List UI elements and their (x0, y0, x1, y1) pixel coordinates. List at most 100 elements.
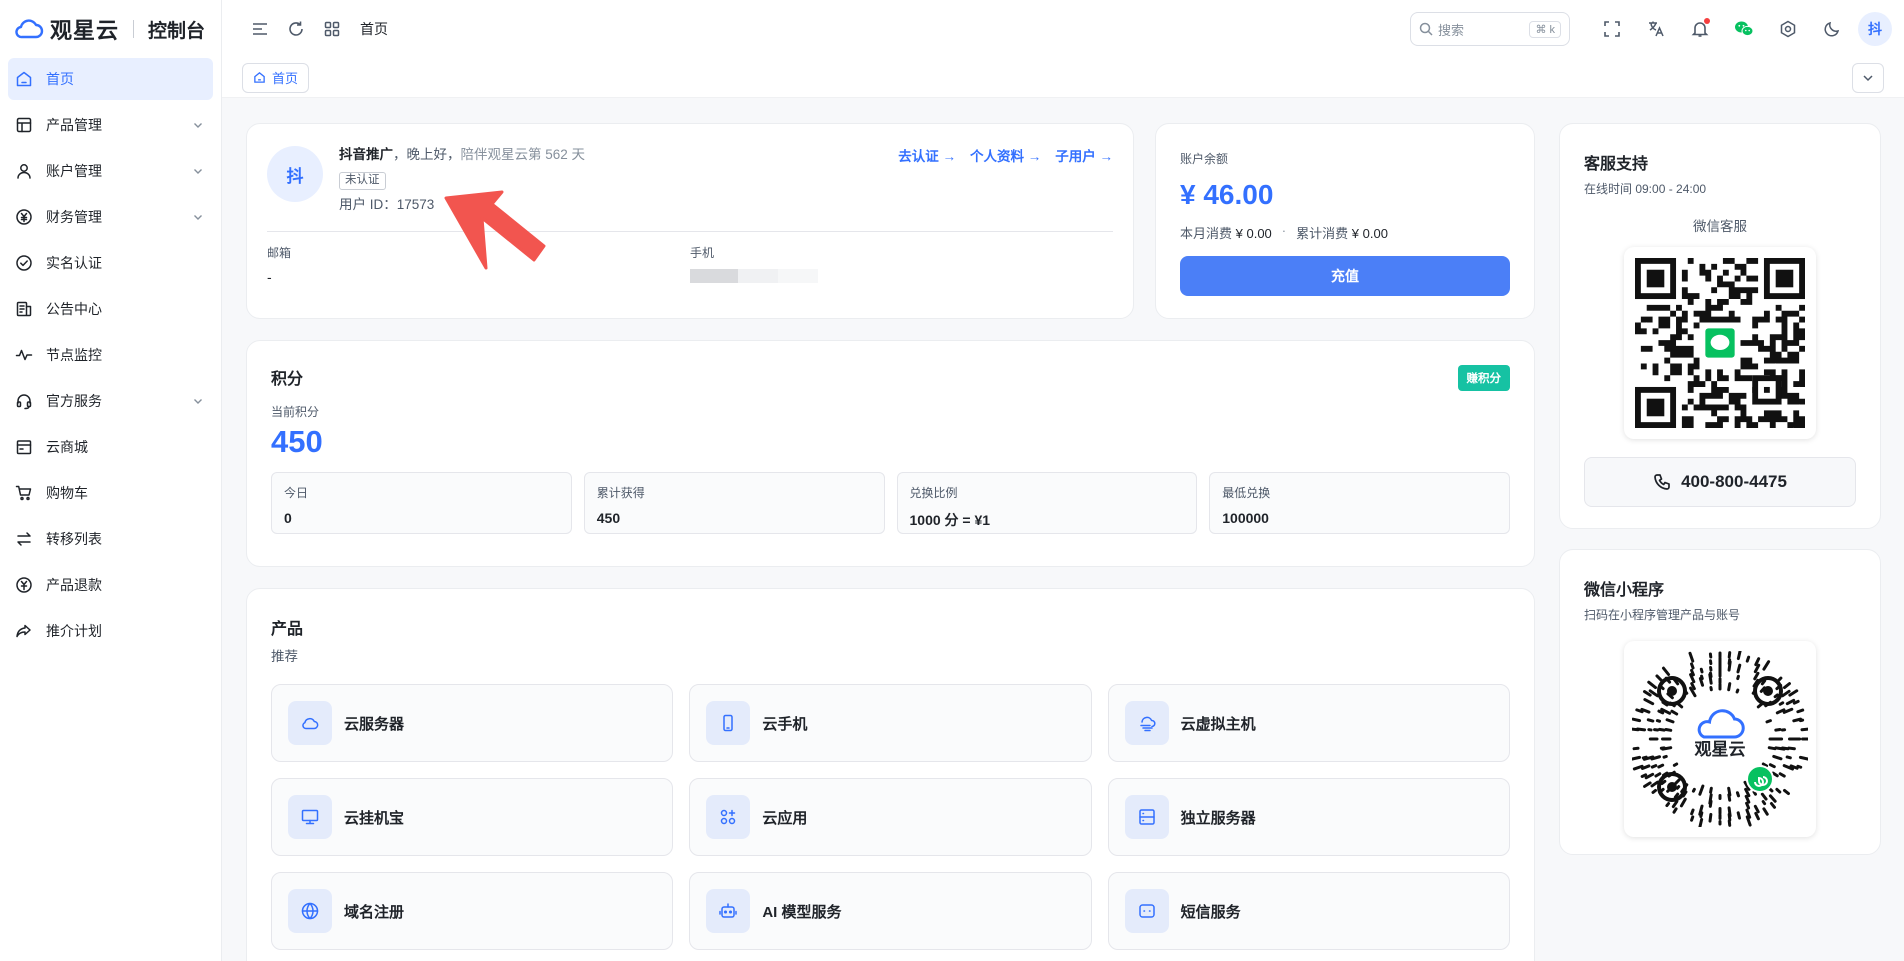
product-icon (14, 115, 34, 135)
refresh-button[interactable] (278, 11, 314, 47)
phone-label: 手机 (690, 246, 715, 260)
brand-divider (133, 20, 135, 38)
moon-icon (1823, 20, 1841, 38)
pulse-icon (14, 345, 34, 365)
apps-icon (706, 795, 751, 839)
cloud-host-icon (1124, 701, 1169, 745)
product-label: 短信服务 (1180, 903, 1241, 921)
product-card-server[interactable]: 独立服务器 (1107, 778, 1510, 856)
sidebar-item-check-circle[interactable]: 实名认证 (8, 242, 213, 284)
total-consumption-value: ¥ 0.00 (1351, 226, 1388, 241)
product-label: 独立服务器 (1180, 809, 1256, 827)
fullscreen-icon (1603, 20, 1621, 38)
brand-logo[interactable]: 观星云 控制台 (0, 0, 221, 58)
personal-profile-link[interactable]: 个人资料 → (970, 145, 1041, 165)
product-card-monitor[interactable]: 云挂机宝 (271, 778, 674, 856)
sidebar-item-transfer[interactable]: 转移列表 (8, 518, 213, 560)
sidebar-item-product[interactable]: 产品管理 (8, 104, 213, 146)
tab-home[interactable]: 首页 (242, 62, 310, 93)
chevron-down-icon (1861, 71, 1875, 85)
earn-points-button[interactable]: 赚积分 (1457, 365, 1510, 391)
check-circle-icon (14, 253, 34, 273)
wechat-icon (1734, 20, 1754, 38)
sidebar-item-announcement[interactable]: 公告中心 (8, 288, 213, 330)
notifications-button[interactable] (1682, 11, 1718, 47)
transfer-icon (14, 529, 34, 549)
points-stats: 今日 0 累计获得 450 兑换比例 1000 分 = ¥1 最低兑换 100000 (271, 472, 1510, 534)
store-icon (14, 437, 34, 457)
grid-icon (324, 21, 340, 37)
search-icon (1419, 22, 1433, 36)
sidebar-item-label: 实名认证 (46, 255, 102, 271)
language-button[interactable] (1638, 11, 1674, 47)
products-grid: 云服务器 云手机 云虚拟主机云挂机宝 云应用 独立服务器域名注册 AI 模型服务 短信服务 (271, 684, 1510, 950)
globe-icon (288, 889, 332, 933)
support-title: 客服支持 (1584, 156, 1649, 173)
points-stat-label: 今日 (284, 486, 309, 500)
sidebar-item-label: 首页 (46, 71, 74, 87)
product-label: 云虚拟主机 (1180, 715, 1256, 733)
home-icon (253, 71, 266, 84)
theme-toggle-button[interactable] (1814, 11, 1850, 47)
settings-icon (1779, 20, 1797, 38)
points-stat: 今日 0 (271, 472, 572, 534)
balance-amount: ¥ 46.00 (1180, 179, 1274, 210)
wechat-button[interactable] (1726, 11, 1762, 47)
product-card-robot[interactable]: AI 模型服务 (689, 872, 1092, 950)
fullscreen-button[interactable] (1594, 11, 1630, 47)
product-card-cloud[interactable]: 云服务器 (271, 684, 674, 762)
hotline-button[interactable]: 400-800-4475 (1584, 457, 1856, 507)
sidebar-item-label: 财务管理 (46, 209, 102, 225)
sidebar-item-pulse[interactable]: 节点监控 (8, 334, 213, 376)
brand-subtitle: 控制台 (148, 20, 206, 42)
breadcrumb[interactable]: 首页 (360, 19, 388, 39)
sidebar-item-share[interactable]: 推介计划 (8, 610, 213, 652)
wechat-service-qr-code (1624, 247, 1816, 439)
product-card-phone[interactable]: 云手机 (689, 684, 1092, 762)
phone-field: 手机 (690, 244, 1113, 285)
menu-icon (251, 20, 269, 38)
sidebar-item-home[interactable]: 首页 (8, 58, 213, 100)
products-title: 产品 (271, 621, 304, 638)
points-stat: 兑换比例 1000 分 = ¥1 (896, 472, 1198, 534)
recharge-button[interactable]: 充值 (1180, 256, 1510, 296)
support-card: 客服支持 在线时间 09:00 - 24:00 微信客服 400-800-447… (1559, 123, 1881, 529)
sidebar-item-store[interactable]: 云商城 (8, 426, 213, 468)
verification-status-badge: 未认证 (339, 172, 386, 190)
product-label: 云服务器 (344, 715, 405, 733)
sidebar-item-headset[interactable]: 官方服务 (8, 380, 213, 422)
product-card-cloud-host[interactable]: 云虚拟主机 (1107, 684, 1510, 762)
sidebar-item-cart[interactable]: 购物车 (8, 472, 213, 514)
sidebar-item-yuan[interactable]: 财务管理 (8, 196, 213, 238)
user-icon (14, 161, 34, 181)
headset-icon (14, 391, 34, 411)
consumption-summary: 本月消费 ¥ 0.00 · 累计消费 ¥ 0.00 (1180, 223, 1510, 242)
product-card-apps[interactable]: 云应用 (689, 778, 1092, 856)
settings-button[interactable] (1770, 11, 1806, 47)
subusers-link[interactable]: 子用户 → (1055, 145, 1113, 165)
sidebar-item-label: 节点监控 (46, 347, 102, 363)
points-stat-value: 450 (596, 510, 621, 526)
menu-toggle-button[interactable] (242, 11, 278, 47)
cloud-icon (288, 701, 332, 745)
product-label: 云手机 (762, 715, 808, 733)
search-placeholder: 搜索 (1438, 22, 1465, 38)
verify-link[interactable]: 去认证 → (898, 145, 956, 165)
product-card-globe[interactable]: 域名注册 (271, 872, 674, 950)
points-stat-label: 兑换比例 (909, 486, 958, 500)
refresh-icon (287, 20, 305, 38)
user-avatar[interactable]: 抖 (1858, 12, 1892, 46)
points-card: 积分 赚积分 当前积分 450 今日 0 累计获得 450 兑换比例 1000 分 = ¥… (246, 340, 1535, 567)
search-shortcut: ⌘ k (1529, 20, 1561, 38)
share-icon (14, 621, 34, 641)
sidebar-item-user[interactable]: 账户管理 (8, 150, 213, 192)
email-value: - (267, 269, 272, 285)
product-card-message[interactable]: 短信服务 (1107, 872, 1510, 950)
tab-dropdown-button[interactable] (1852, 62, 1884, 93)
search-box[interactable]: 搜索 ⌘ k (1410, 12, 1570, 46)
profile-links: 去认证 → 个人资料 → 子用户 → (898, 145, 1113, 165)
chevron-down-icon (191, 164, 205, 178)
cart-icon (14, 483, 34, 503)
sidebar-item-refund[interactable]: 产品退款 (8, 564, 213, 606)
app-grid-button[interactable] (314, 11, 350, 47)
